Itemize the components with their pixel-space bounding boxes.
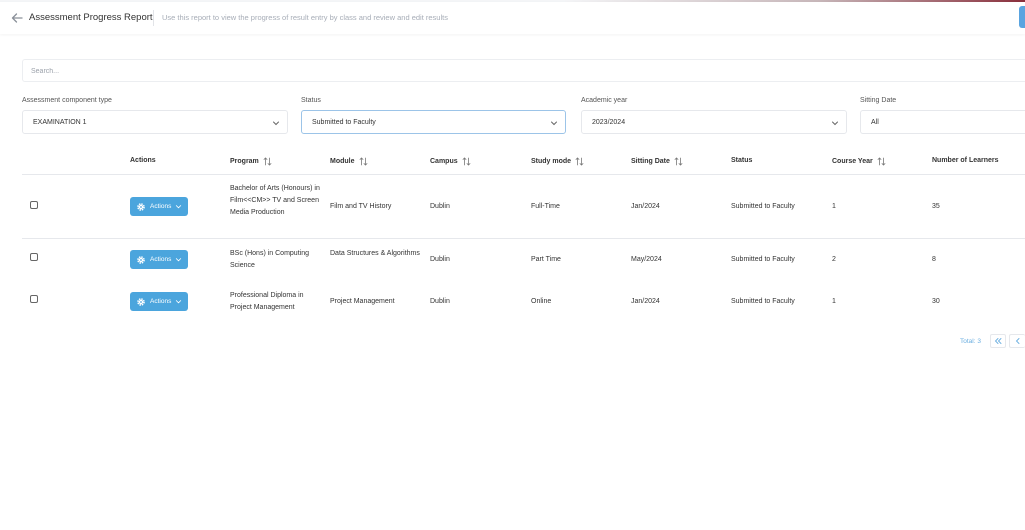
academic-year-select[interactable]: 2023/2024: [581, 110, 847, 134]
sort-icon[interactable]: [359, 157, 368, 166]
cell-study-mode: Full-Time: [531, 203, 560, 210]
cell-module: Project Management: [330, 298, 395, 305]
academic-year-label: Academic year: [581, 97, 628, 104]
status-value: Submitted to Faculty: [312, 118, 376, 126]
component-type-label: Assessment component type: [22, 97, 112, 104]
chevron-down-icon: [175, 258, 182, 262]
row-actions-button[interactable]: Actions: [130, 292, 188, 311]
component-type-value: EXAMINATION 1: [33, 118, 87, 126]
col-status: Status: [731, 157, 753, 164]
table-row: Actions Bachelor of Arts (Honours) in Fi…: [22, 175, 1025, 239]
row-checkbox[interactable]: [30, 295, 38, 303]
row-actions-label: Actions: [150, 298, 172, 305]
sort-icon[interactable]: [877, 157, 886, 166]
table-header: Actions Program Module Campus Study mode…: [22, 149, 1025, 175]
cell-sitting-date: Jan/2024: [631, 203, 660, 210]
cell-status: Submitted to Faculty: [731, 256, 795, 263]
chevron-down-icon: [175, 300, 182, 304]
gear-icon: [137, 255, 145, 264]
pagination-total: Total: 3: [960, 338, 981, 345]
col-study-mode[interactable]: Study mode: [531, 157, 584, 166]
sitting-date-select[interactable]: All: [860, 110, 1025, 134]
cell-program: Professional Diploma in Project Manageme…: [230, 292, 304, 311]
cell-learners: 35: [932, 203, 940, 210]
cell-study-mode: Online: [531, 298, 552, 305]
cell-program: BSc (Hons) in Computing Science: [230, 250, 309, 269]
page-title: Assessment Progress Report: [29, 12, 153, 23]
sort-icon[interactable]: [462, 157, 471, 166]
sitting-date-label: Sitting Date: [860, 97, 897, 104]
cell-program: Bachelor of Arts (Honours) in Film<<CM>>…: [230, 185, 320, 216]
sort-icon[interactable]: [674, 157, 683, 166]
cell-sitting-date: May/2024: [631, 256, 662, 263]
col-actions: Actions: [130, 157, 156, 164]
cell-status: Submitted to Faculty: [731, 298, 795, 305]
sitting-date-value: All: [871, 118, 879, 126]
gear-icon: [137, 297, 145, 306]
sort-icon[interactable]: [263, 157, 272, 166]
col-module[interactable]: Module: [330, 157, 368, 166]
row-checkbox[interactable]: [30, 253, 38, 261]
row-actions-label: Actions: [150, 256, 172, 263]
cell-learners: 8: [932, 256, 936, 263]
col-campus[interactable]: Campus: [430, 157, 471, 166]
chevron-down-icon: [175, 205, 182, 209]
cell-course-year: 2: [832, 256, 836, 263]
cell-course-year: 1: [832, 203, 836, 210]
row-actions-button[interactable]: Actions: [130, 197, 188, 216]
table-row: Actions BSc (Hons) in Computing Science …: [22, 239, 1025, 281]
arrow-left-icon[interactable]: [10, 11, 24, 25]
row-actions-button[interactable]: Actions: [130, 250, 188, 269]
status-select[interactable]: Submitted to Faculty: [301, 110, 566, 134]
page-header: Assessment Progress Report Use this repo…: [0, 2, 1025, 34]
row-checkbox[interactable]: [30, 201, 38, 209]
chevron-down-icon: [832, 121, 838, 126]
cell-campus: Dublin: [430, 256, 450, 263]
cell-sitting-date: Jan/2024: [631, 298, 660, 305]
col-learners: Number of Learners: [932, 157, 999, 164]
sort-icon[interactable]: [575, 157, 584, 166]
col-sitting-date[interactable]: Sitting Date: [631, 157, 683, 166]
header-action-tab[interactable]: [1019, 6, 1025, 28]
cell-campus: Dublin: [430, 203, 450, 210]
cell-module: Film and TV History: [330, 203, 392, 210]
col-course-year[interactable]: Course Year: [832, 157, 886, 166]
cell-module: Data Structures & Algorithms: [330, 250, 420, 257]
row-actions-label: Actions: [150, 203, 172, 210]
component-type-select[interactable]: EXAMINATION 1: [22, 110, 288, 134]
chevron-left-icon: [1015, 338, 1019, 344]
chevron-down-icon: [273, 121, 279, 126]
cell-course-year: 1: [832, 298, 836, 305]
chevron-down-icon: [551, 121, 557, 126]
double-chevron-left-icon: [994, 338, 1002, 344]
cell-study-mode: Part Time: [531, 256, 561, 263]
page-description: Use this report to view the progress of …: [162, 13, 448, 22]
cell-status: Submitted to Faculty: [731, 203, 795, 210]
prev-page-button[interactable]: [1009, 334, 1025, 348]
col-program[interactable]: Program: [230, 157, 272, 166]
table-row: Actions Professional Diploma in Project …: [22, 281, 1025, 323]
academic-year-value: 2023/2024: [592, 118, 626, 126]
status-label: Status: [301, 97, 321, 104]
first-page-button[interactable]: [990, 334, 1006, 348]
search-input[interactable]: [23, 61, 1025, 82]
cell-campus: Dublin: [430, 298, 450, 305]
gear-icon: [137, 202, 145, 211]
header-divider: [153, 10, 154, 26]
search-box: [22, 59, 1025, 82]
cell-learners: 30: [932, 298, 940, 305]
